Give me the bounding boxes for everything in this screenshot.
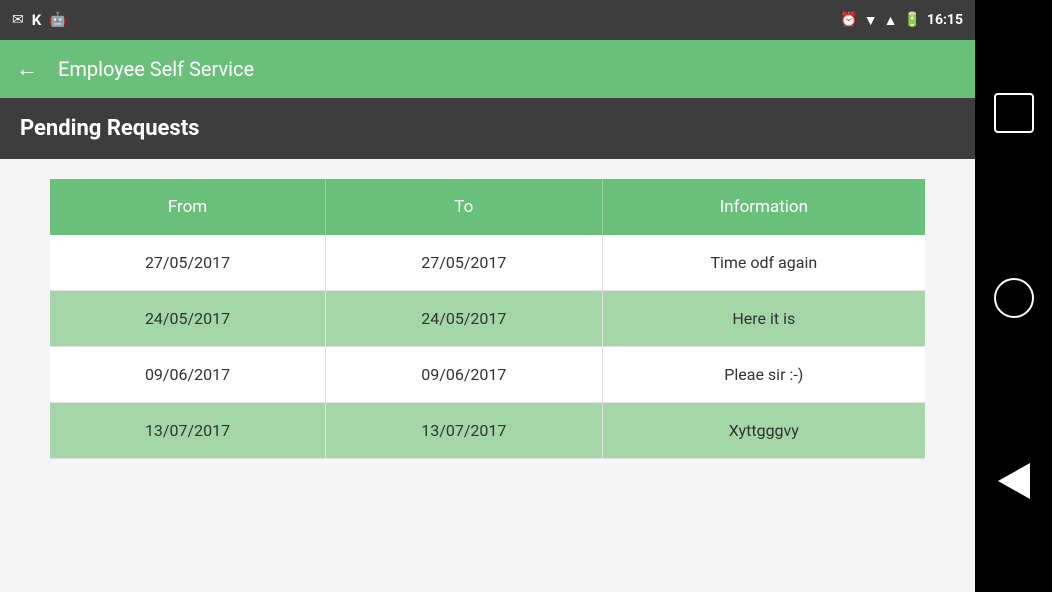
section-header: Pending Requests [0, 98, 975, 159]
cell-to: 09/06/2017 [326, 347, 603, 403]
cell-info: Xyttgggvy [602, 403, 925, 459]
circle-button[interactable] [994, 278, 1034, 318]
wifi-icon: ▼ [864, 12, 878, 29]
cell-to: 24/05/2017 [326, 291, 603, 347]
cell-info: Here it is [602, 291, 925, 347]
time-display: 16:15 [927, 12, 963, 28]
status-bar: ✉ K 🤖 ⏰ ▼ ▲ 🔋 16:15 [0, 0, 975, 40]
col-header-to: To [326, 179, 603, 235]
col-header-from: From [50, 179, 326, 235]
requests-table: From To Information 27/05/201727/05/2017… [50, 179, 925, 459]
back-button[interactable]: ← [16, 56, 38, 82]
status-bar-right: ⏰ ▼ ▲ 🔋 16:15 [840, 12, 963, 29]
app-bar-title: Employee Self Service [58, 57, 254, 81]
side-panel [975, 0, 1052, 592]
gmail-icon: ✉ [12, 12, 24, 28]
table-body: 27/05/201727/05/2017Time odf again24/05/… [50, 235, 925, 459]
cell-info: Pleae sir :-) [602, 347, 925, 403]
alarm-icon: ⏰ [840, 12, 857, 28]
main-content: From To Information 27/05/201727/05/2017… [0, 159, 975, 592]
col-header-info: Information [602, 179, 925, 235]
cell-to: 27/05/2017 [326, 235, 603, 291]
signal-icon: ▲ [884, 12, 898, 29]
status-bar-left: ✉ K 🤖 [12, 11, 67, 29]
back-nav-button[interactable] [998, 463, 1030, 499]
cell-info: Time odf again [602, 235, 925, 291]
table-row[interactable]: 24/05/201724/05/2017Here it is [50, 291, 925, 347]
square-button[interactable] [994, 93, 1034, 133]
cell-from: 13/07/2017 [50, 403, 326, 459]
cell-to: 13/07/2017 [326, 403, 603, 459]
app-bar: ← Employee Self Service [0, 40, 975, 98]
page-title: Pending Requests [20, 116, 199, 141]
table-row[interactable]: 13/07/201713/07/2017Xyttgggvy [50, 403, 925, 459]
table-header-row: From To Information [50, 179, 925, 235]
table-row[interactable]: 27/05/201727/05/2017Time odf again [50, 235, 925, 291]
app-icon-k: K [32, 11, 42, 29]
battery-icon: 🔋 [903, 12, 920, 28]
android-icon: 🤖 [49, 12, 66, 28]
table-row[interactable]: 09/06/201709/06/2017Pleae sir :-) [50, 347, 925, 403]
cell-from: 09/06/2017 [50, 347, 326, 403]
cell-from: 24/05/2017 [50, 291, 326, 347]
cell-from: 27/05/2017 [50, 235, 326, 291]
